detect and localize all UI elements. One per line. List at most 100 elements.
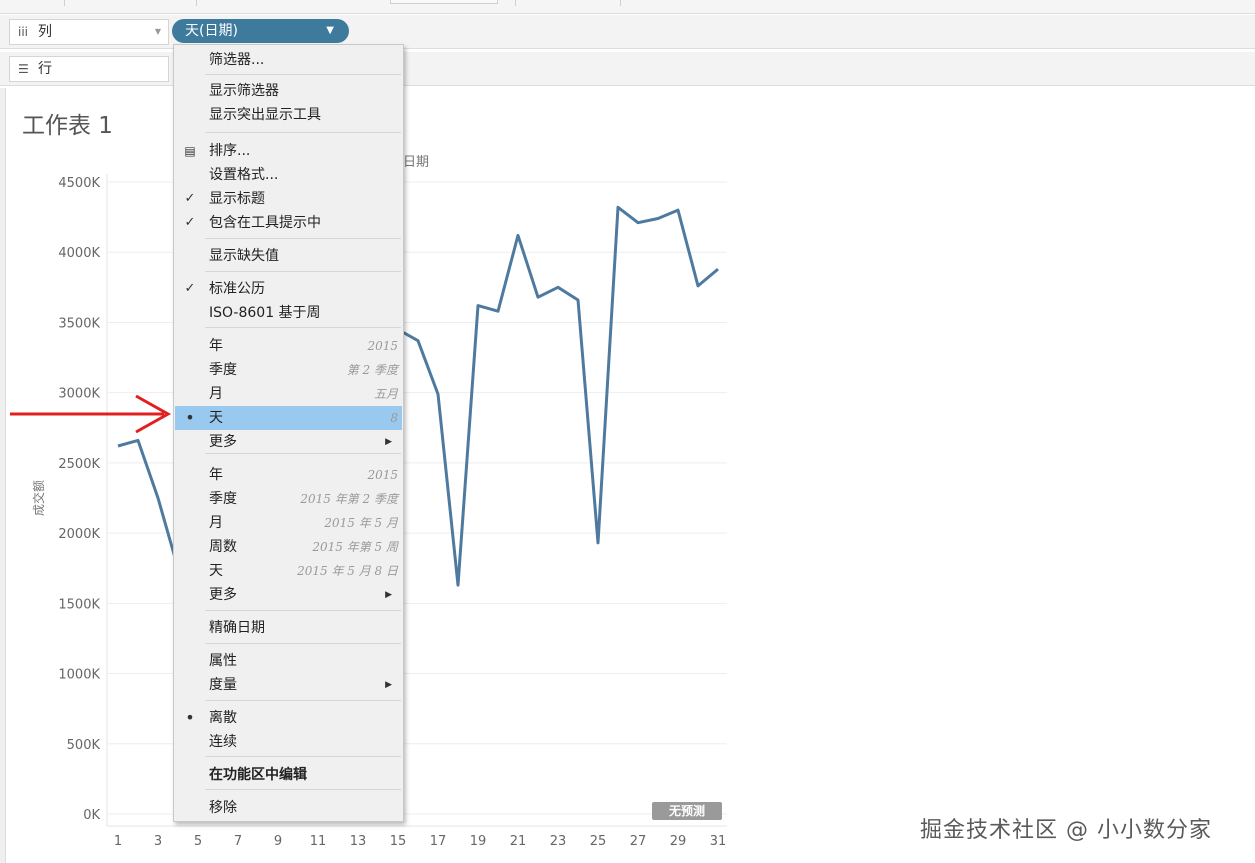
menu-item-month-value[interactable]: 月 2015 年 5 月 (175, 511, 402, 535)
x-tick-label: 27 (630, 834, 647, 849)
menu-separator (205, 327, 401, 328)
menu-item-hint: 8 (390, 411, 398, 425)
menu-item-label: 更多 (209, 587, 237, 603)
menu-item-label: 天 (209, 563, 223, 579)
menu-item-standard-calendar[interactable]: ✓ 标准公历 (175, 277, 402, 301)
menu-item-label: 季度 (209, 491, 237, 507)
menu-item-hint: 2015 年第 2 季度 (300, 492, 398, 506)
menu-item-month-part[interactable]: 月 五月 (175, 382, 402, 406)
checkmark-icon: ✓ (184, 281, 196, 296)
watermark-text: 掘金技术社区 @ 小小数分家 (920, 818, 1212, 843)
menu-separator (205, 700, 401, 701)
menu-item-label: 标准公历 (209, 281, 265, 297)
menu-item-show-highlighter[interactable]: 显示突出显示工具 (175, 103, 402, 127)
y-tick-label: 500K (67, 738, 101, 753)
menu-item-hint: 2015 年第 5 周 (312, 540, 398, 554)
menu-item-attribute[interactable]: 属性 (175, 649, 402, 673)
menu-separator (205, 271, 401, 272)
y-tick-label: 0K (83, 808, 100, 823)
menu-item-hint: 2015 年 5 月 8 日 (297, 564, 398, 578)
date-pill-context-menu[interactable]: 筛选器... 显示筛选器 显示突出显示工具 ▤ 排序... 设置格式... ✓ 显示标题 ✓ 包含… (173, 44, 404, 822)
menu-item-more-value[interactable]: 更多 ▶ (175, 583, 402, 607)
menu-separator (205, 610, 401, 611)
menu-item-label: 在功能区中编辑 (209, 767, 307, 783)
menu-item-label: 设置格式... (209, 167, 279, 183)
menu-item-filter[interactable]: 筛选器... (175, 48, 402, 72)
x-tick-label: 25 (590, 834, 607, 849)
x-tick-label: 3 (154, 834, 162, 849)
menu-item-remove[interactable]: 移除 (175, 796, 402, 820)
menu-item-week-value[interactable]: 周数 2015 年第 5 周 (175, 535, 402, 559)
menu-item-label: 年 (209, 467, 223, 483)
checkmark-icon: ✓ (184, 191, 196, 206)
menu-item-more-part[interactable]: 更多 ▶ (175, 430, 402, 454)
checkmark-icon: ✓ (184, 215, 196, 230)
menu-item-day-part[interactable]: • 天 8 (175, 406, 402, 430)
series-line (397, 205, 719, 587)
submenu-arrow-icon: ▶ (385, 590, 392, 600)
menu-item-show-header[interactable]: ✓ 显示标题 (175, 187, 402, 211)
menu-item-label: 月 (209, 386, 223, 402)
menu-item-quarter-part[interactable]: 季度 第 2 季度 (175, 358, 402, 382)
menu-item-label: 天 (209, 410, 223, 426)
menu-item-include-tooltip[interactable]: ✓ 包含在工具提示中 (175, 211, 402, 235)
y-axis-label: 成交额 (31, 480, 46, 516)
menu-item-edit-in-shelf[interactable]: 在功能区中编辑 (175, 763, 402, 787)
menu-item-label: 连续 (209, 734, 237, 750)
menu-separator (205, 643, 401, 644)
menu-item-show-missing[interactable]: 显示缺失值 (175, 244, 402, 268)
x-tick-label: 31 (710, 834, 727, 849)
menu-item-iso-8601[interactable]: ISO-8601 基于周 (175, 301, 402, 325)
y-tick-label: 2500K (58, 457, 100, 472)
menu-item-label: 显示筛选器 (209, 83, 279, 99)
x-tick-label: 29 (670, 834, 687, 849)
menu-item-year-value[interactable]: 年 2015 (175, 463, 402, 487)
sort-icon: ▤ (184, 144, 196, 158)
menu-item-label: 排序... (209, 143, 251, 159)
bullet-icon: • (185, 708, 195, 727)
menu-item-label: 精确日期 (209, 620, 265, 636)
no-forecast-badge: 无预测 (652, 802, 722, 820)
menu-item-year-part[interactable]: 年 2015 (175, 334, 402, 358)
x-tick-label: 5 (194, 834, 202, 849)
menu-item-quarter-value[interactable]: 季度 2015 年第 2 季度 (175, 487, 402, 511)
menu-item-hint: 2015 年 5 月 (324, 516, 398, 530)
menu-separator (205, 74, 401, 75)
y-tick-label: 2000K (58, 527, 100, 542)
x-tick-label: 17 (430, 834, 447, 849)
menu-item-day-value[interactable]: 天 2015 年 5 月 8 日 (175, 559, 402, 583)
menu-item-show-filter[interactable]: 显示筛选器 (175, 79, 402, 103)
menu-item-label: 季度 (209, 362, 237, 378)
menu-item-sort[interactable]: ▤ 排序... (175, 139, 402, 163)
y-tick-label: 1500K (58, 597, 100, 612)
x-axis-label: 日期 (403, 155, 429, 170)
menu-item-label: 移除 (209, 800, 237, 816)
x-tick-label: 23 (550, 834, 567, 849)
menu-item-exact-date[interactable]: 精确日期 (175, 616, 402, 640)
menu-item-label: 度量 (209, 677, 237, 693)
menu-separator (205, 238, 401, 239)
menu-item-hint: 第 2 季度 (346, 363, 398, 377)
series-line (117, 438, 180, 569)
menu-item-hint: 2015 (367, 468, 398, 482)
x-tick-label: 9 (274, 834, 282, 849)
menu-item-hint: 五月 (373, 387, 398, 401)
menu-item-measure[interactable]: 度量 ▶ (175, 673, 402, 697)
menu-item-format[interactable]: 设置格式... (175, 163, 402, 187)
menu-item-label: 显示突出显示工具 (209, 107, 321, 123)
menu-item-label: 周数 (209, 539, 237, 555)
menu-item-label: 属性 (209, 653, 237, 669)
x-tick-label: 15 (390, 834, 407, 849)
submenu-arrow-icon: ▶ (385, 680, 392, 690)
menu-item-label: 包含在工具提示中 (209, 215, 321, 231)
bullet-icon: • (185, 408, 195, 427)
x-tick-label: 19 (470, 834, 487, 849)
x-tick-label: 1 (114, 834, 122, 849)
menu-item-label: 显示缺失值 (209, 248, 279, 264)
menu-item-discrete[interactable]: • 离散 (175, 706, 402, 730)
menu-item-label: 更多 (209, 434, 237, 450)
menu-item-label: ISO-8601 基于周 (209, 305, 321, 321)
x-tick-label: 11 (310, 834, 327, 849)
menu-item-continuous[interactable]: 连续 (175, 730, 402, 754)
menu-item-label: 月 (209, 515, 223, 531)
